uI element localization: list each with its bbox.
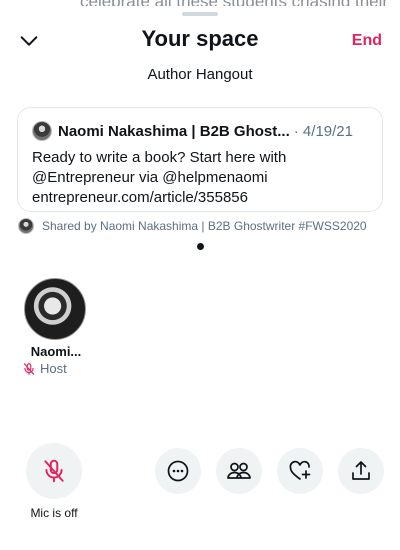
tweet-author: Naomi Nakashima | B2B Ghost... (58, 122, 290, 140)
participants-button[interactable] (216, 448, 262, 494)
tweet-header: Naomi Nakashima | B2B Ghost... · 4/19/21 (32, 120, 368, 142)
heart-plus-icon (289, 460, 311, 480)
share-button[interactable] (338, 448, 384, 494)
page-indicator-dot (197, 243, 204, 250)
shared-by-row: Shared by Naomi Nakashima | B2B Ghostwri… (18, 218, 367, 234)
speaker-role: Host (22, 361, 88, 376)
tweet-date: · 4/19/21 (293, 122, 353, 140)
speaker-host[interactable]: Naomi... Host (22, 278, 88, 376)
speaker-name: Naomi... (30, 344, 82, 359)
page-title: Your space (141, 26, 259, 51)
end-button[interactable]: End (352, 32, 382, 50)
react-button[interactable] (277, 448, 323, 494)
mic-off-icon (44, 459, 64, 483)
sheet-grabber[interactable] (182, 12, 218, 16)
tweet-line: @Entrepreneur via @helpmenaomi (32, 169, 268, 186)
share-icon (352, 461, 370, 480)
pinned-tweet-card[interactable]: Naomi Nakashima | B2B Ghost... · 4/19/21… (17, 107, 383, 212)
tweet-line: Ready to write a book? Start here with (32, 149, 287, 166)
avatar (32, 121, 52, 141)
tweet-line: entrepreneur.com/article/355856 (32, 189, 248, 206)
shared-by-text: Shared by Naomi Nakashima | B2B Ghostwri… (42, 219, 367, 233)
mic-status-label: Mic is off (30, 506, 78, 520)
mic-off-icon (23, 362, 35, 375)
avatar (18, 218, 34, 234)
people-icon (227, 462, 251, 479)
mic-toggle-button[interactable] (26, 443, 82, 499)
role-label: Host (40, 361, 67, 376)
more-icon (167, 460, 189, 482)
tweet-body: Ready to write a book? Start here with @… (32, 148, 368, 208)
header: Your space End (0, 22, 400, 62)
space-topic: Author Hangout (147, 66, 253, 83)
avatar (24, 278, 86, 340)
more-button[interactable] (155, 448, 201, 494)
